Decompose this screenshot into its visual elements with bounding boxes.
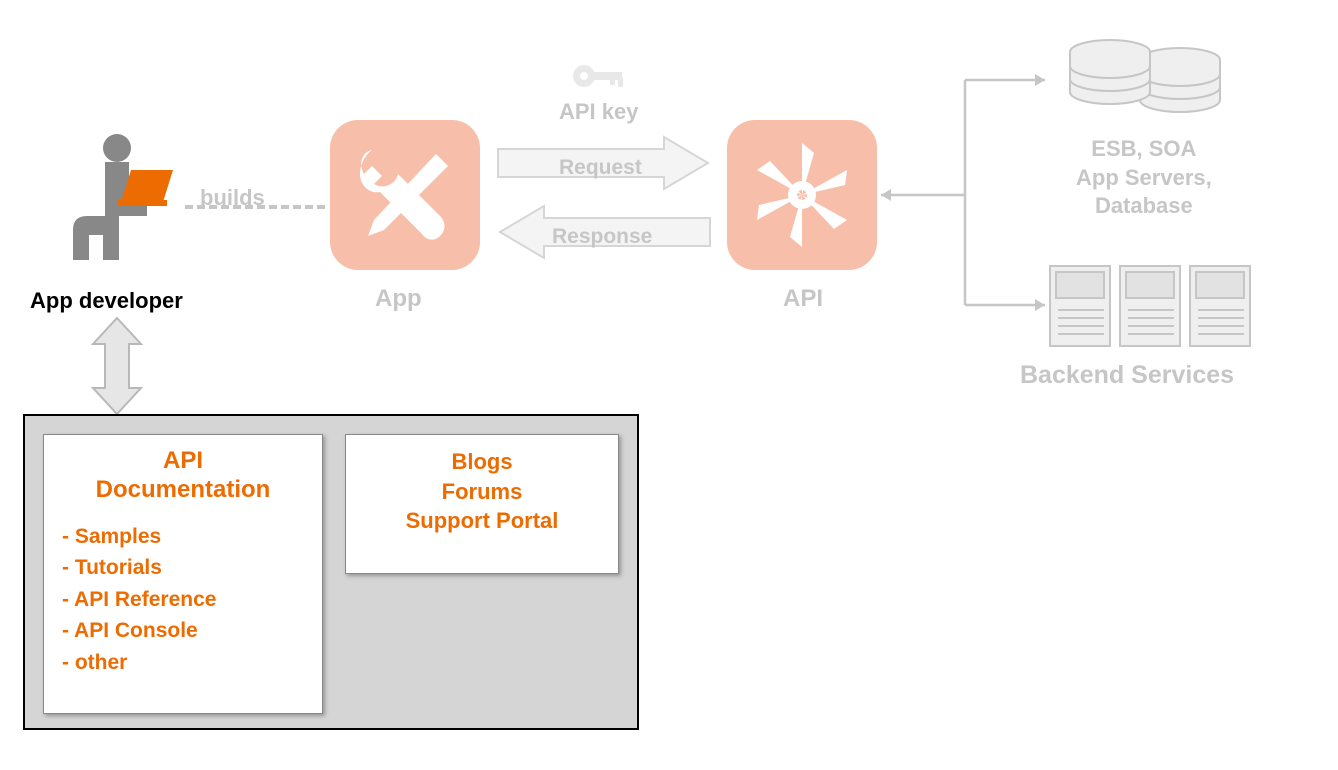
list-item: - API Console — [62, 615, 310, 647]
response-label: Response — [552, 225, 652, 249]
backend-connectors — [875, 55, 1055, 315]
double-arrow-icon — [87, 316, 147, 421]
api-architecture-diagram: App developer builds App API key — [0, 0, 1338, 770]
list-item: Blogs — [358, 447, 606, 477]
api-box — [727, 120, 877, 270]
app-label: App — [375, 285, 422, 313]
community-card: Blogs Forums Support Portal — [345, 434, 619, 574]
api-label: API — [783, 285, 823, 313]
developer-label: App developer — [30, 288, 183, 314]
list-item: Support Portal — [358, 506, 606, 536]
portal-container: API Documentation - Samples - Tutorials … — [23, 414, 639, 730]
list-item: - other — [62, 647, 310, 679]
api-documentation-card: API Documentation - Samples - Tutorials … — [43, 434, 323, 714]
servers-icon — [1046, 256, 1256, 361]
developer-icon — [55, 130, 175, 275]
api-doc-title: API Documentation — [56, 447, 310, 505]
gear-icon — [742, 135, 862, 255]
list-item: Forums — [358, 477, 606, 507]
esb-label: ESB, SOA App Servers, Database — [1076, 135, 1212, 221]
backend-services-label: Backend Services — [1020, 361, 1234, 390]
list-item: - Samples — [62, 521, 310, 553]
app-box — [330, 120, 480, 270]
database-icon — [1060, 30, 1240, 135]
community-list: Blogs Forums Support Portal — [358, 447, 606, 536]
esb-line3: Database — [1095, 193, 1193, 218]
esb-line1: ESB, SOA — [1091, 136, 1196, 161]
key-icon — [570, 56, 630, 101]
list-item: - API Reference — [62, 584, 310, 616]
api-key-label: API key — [559, 99, 639, 125]
list-item: - Tutorials — [62, 552, 310, 584]
tools-icon — [350, 140, 460, 250]
esb-line2: App Servers, — [1076, 165, 1212, 190]
builds-dashed-line — [185, 205, 325, 209]
api-doc-list: - Samples - Tutorials - API Reference - … — [56, 521, 310, 679]
request-label: Request — [559, 156, 642, 180]
